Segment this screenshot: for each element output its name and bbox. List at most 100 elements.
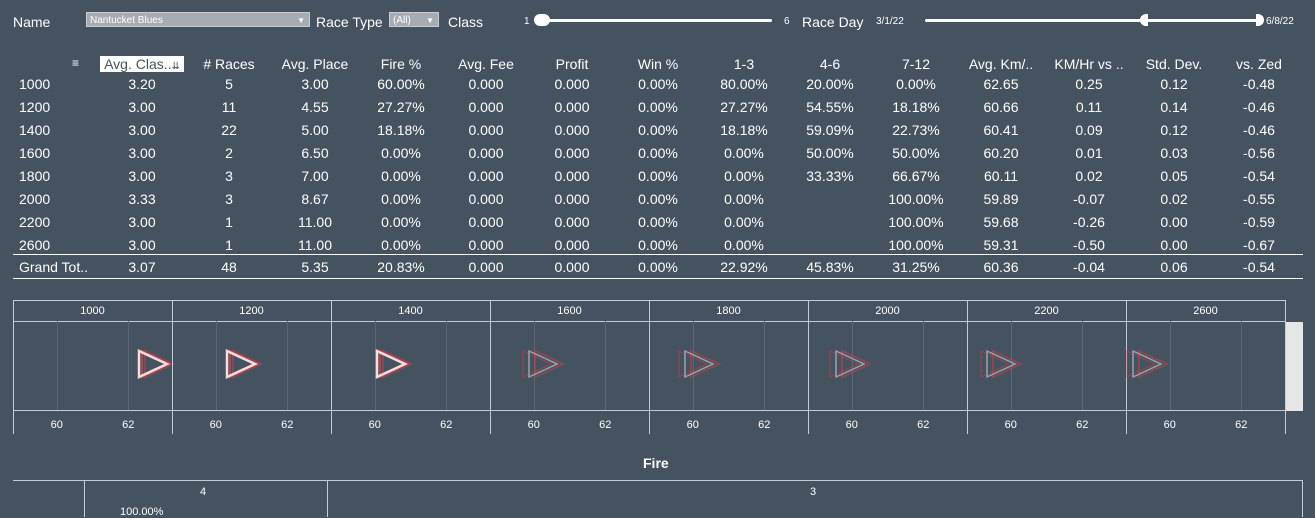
table-cell: 0.09	[1075, 122, 1103, 138]
sort-desc-icon: ⇊	[171, 61, 180, 72]
grand-total-label: Grand Tot..	[19, 259, 89, 275]
race-type-dropdown[interactable]: (All) ▼	[389, 12, 439, 27]
x-tick-label: 62	[1235, 419, 1248, 431]
table-bottom-divider	[13, 278, 1303, 279]
chart-panel-title: 1800	[716, 305, 741, 317]
chart-panel-divider	[808, 300, 809, 434]
table-cell: 0.00%	[724, 145, 764, 161]
table-cell: 0.00%	[638, 99, 678, 115]
x-tick-label: 60	[527, 419, 540, 431]
table-cell: 0.000	[554, 237, 590, 253]
table-cell: 3	[225, 168, 233, 184]
row-label: 1800	[19, 168, 51, 184]
table-cell: 0.00%	[724, 168, 764, 184]
table-cell: -0.55	[1243, 191, 1275, 207]
col-header-avg-class[interactable]: Avg. Clas..⇊	[100, 56, 184, 72]
col-header-fire-pct[interactable]: Fire %	[358, 56, 444, 72]
chart-scrollbar[interactable]	[1286, 322, 1303, 411]
table-cell: 54.55%	[806, 99, 854, 115]
race-day-label: Race Day	[802, 14, 864, 30]
col-header-7-12[interactable]: 7-12	[872, 56, 960, 72]
chart-gridline	[1082, 321, 1084, 410]
grand-total-cell: 31.25%	[892, 259, 940, 275]
grand-total-cell: 0.000	[468, 259, 504, 275]
col-header-vs-zed[interactable]: vs. Zed	[1214, 56, 1304, 72]
table-cell: 3.00	[128, 99, 156, 115]
grand-total-cell: 22.92%	[720, 259, 768, 275]
race-type-label: Race Type	[316, 14, 383, 30]
table-cell: 0.00%	[381, 168, 421, 184]
table-cell: 8.67	[301, 191, 329, 207]
col-header-avg-place[interactable]: Avg. Place	[270, 56, 360, 72]
table-cell: 60.20	[983, 145, 1019, 161]
race-day-slider-track[interactable]	[925, 19, 1260, 22]
table-cell: -0.56	[1243, 145, 1275, 161]
table-cell: 20.00%	[806, 76, 854, 92]
table-cell: 100.00%	[888, 237, 944, 253]
table-cell: 0.00%	[724, 237, 764, 253]
table-cell: 59.31	[983, 237, 1019, 253]
x-tick-label: 62	[758, 419, 771, 431]
table-cell: 3	[225, 191, 233, 207]
col-header-win-pct[interactable]: Win %	[614, 56, 702, 72]
class-min-value: 1	[524, 16, 530, 27]
sort-icon[interactable]: ≡	[72, 56, 79, 70]
class-max-value: 6	[784, 16, 790, 27]
table-cell: 0.000	[554, 76, 590, 92]
table-cell: 0.14	[1160, 99, 1188, 115]
x-tick-label: 60	[686, 419, 699, 431]
row-label: 2000	[19, 191, 51, 207]
data-point-marker	[376, 349, 414, 379]
x-tick-label: 60	[1004, 419, 1017, 431]
table-cell: -0.07	[1073, 191, 1105, 207]
x-tick-label: 62	[917, 419, 930, 431]
table-cell: 0.000	[468, 214, 504, 230]
table-cell: 27.27%	[720, 99, 768, 115]
class-slider-max-handle[interactable]	[542, 14, 550, 26]
table-cell: 50.00%	[806, 145, 854, 161]
fire-top-line	[13, 480, 1303, 481]
col-header-avg-km[interactable]: Avg. Km/..	[958, 56, 1044, 72]
table-cell: 0.00%	[724, 214, 764, 230]
col-header-4-6[interactable]: 4-6	[786, 56, 874, 72]
col-header-races[interactable]: # Races	[190, 56, 268, 72]
table-cell: 5	[225, 76, 233, 92]
x-tick-label: 62	[440, 419, 453, 431]
fire-column-3: 3	[810, 486, 817, 498]
table-cell: 60.66	[983, 99, 1019, 115]
table-cell: 3.00	[128, 237, 156, 253]
chart-panel-divider	[649, 300, 650, 434]
table-cell: 0.12	[1160, 76, 1188, 92]
table-cell: 0.03	[1160, 145, 1188, 161]
table-cell: -0.59	[1243, 214, 1275, 230]
table-cell: 0.000	[554, 145, 590, 161]
race-day-slider-start-handle[interactable]	[1140, 14, 1148, 26]
grand-total-cell: 0.000	[554, 259, 590, 275]
grand-total-cell: 5.35	[301, 259, 329, 275]
chart-gridline	[923, 321, 925, 410]
class-slider-track[interactable]	[540, 19, 772, 22]
table-cell: -0.48	[1243, 76, 1275, 92]
table-cell: -0.26	[1073, 214, 1105, 230]
col-header-avg-fee[interactable]: Avg. Fee	[444, 56, 528, 72]
race-day-slider-end-handle[interactable]	[1256, 14, 1264, 26]
row-label: 2600	[19, 237, 51, 253]
table-cell: 0.00%	[638, 214, 678, 230]
name-dropdown[interactable]: Nantucket Blues ▼	[86, 12, 310, 27]
table-cell: 0.000	[554, 99, 590, 115]
data-point-marker	[829, 349, 873, 379]
table-cell: -0.54	[1243, 168, 1275, 184]
table-cell: 11	[221, 99, 237, 115]
name-dropdown-value: Nantucket Blues	[90, 15, 163, 26]
table-cell: 0.05	[1160, 168, 1188, 184]
class-slider-min-handle[interactable]	[534, 14, 542, 26]
table-cell: 0.000	[468, 191, 504, 207]
col-header-1-3[interactable]: 1-3	[700, 56, 788, 72]
col-header-kmhr-vs[interactable]: KM/Hr vs ..	[1044, 56, 1134, 72]
table-cell: 0.00%	[638, 168, 678, 184]
race-day-start-value: 3/1/22	[876, 16, 904, 27]
col-header-std-dev[interactable]: Std. Dev.	[1132, 56, 1216, 72]
table-cell: 3.33	[128, 191, 156, 207]
col-header-profit[interactable]: Profit	[528, 56, 616, 72]
table-cell: 0.000	[468, 145, 504, 161]
